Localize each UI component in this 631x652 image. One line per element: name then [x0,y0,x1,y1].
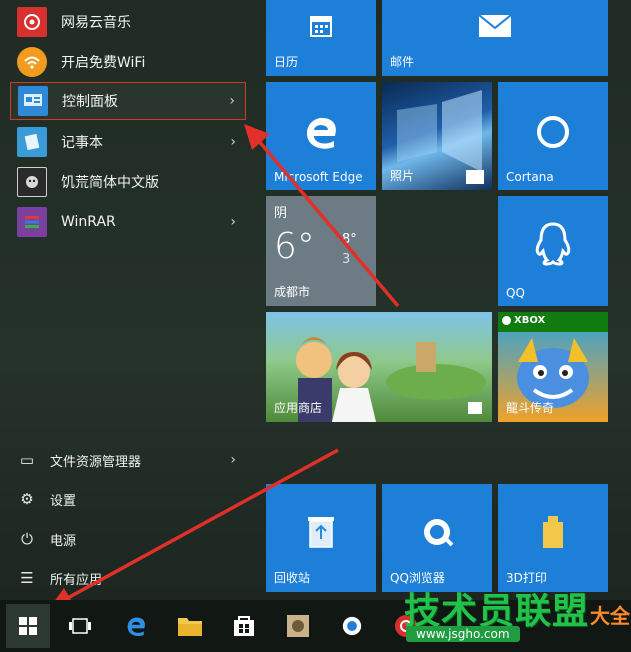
watermark-suffix: 大全 [590,604,630,628]
edge-icon [127,617,145,637]
watermark-url: www.jsgho.com [406,626,520,642]
qq-browser-icon [342,616,362,636]
taskbar-store-button[interactable] [224,606,264,646]
watermark: 技术员联盟 大全 www.jsgho.com [400,582,631,652]
windows-logo-icon [19,617,37,635]
start-menu: 网易云音乐 开启免费WiFi 控制面板 › 记事本 › 饥荒简体中文版 WinR… [0,0,631,610]
start-button[interactable] [6,604,50,648]
task-view-button[interactable] [60,606,100,646]
taskbar-app-button[interactable] [278,606,318,646]
app-icon [287,615,309,637]
arrow-head-control-panel [244,124,270,150]
arrow-to-control-panel [256,138,400,308]
taskbar-edge-button[interactable] [116,606,156,646]
annotation-arrows [48,124,400,610]
store-bag-icon [234,616,254,636]
taskbar-file-explorer-button[interactable] [170,606,210,646]
arrow-to-start-button [63,448,339,602]
folder-icon [178,618,202,636]
task-view-icon [69,618,91,634]
taskbar-qq-browser-button[interactable] [332,606,372,646]
